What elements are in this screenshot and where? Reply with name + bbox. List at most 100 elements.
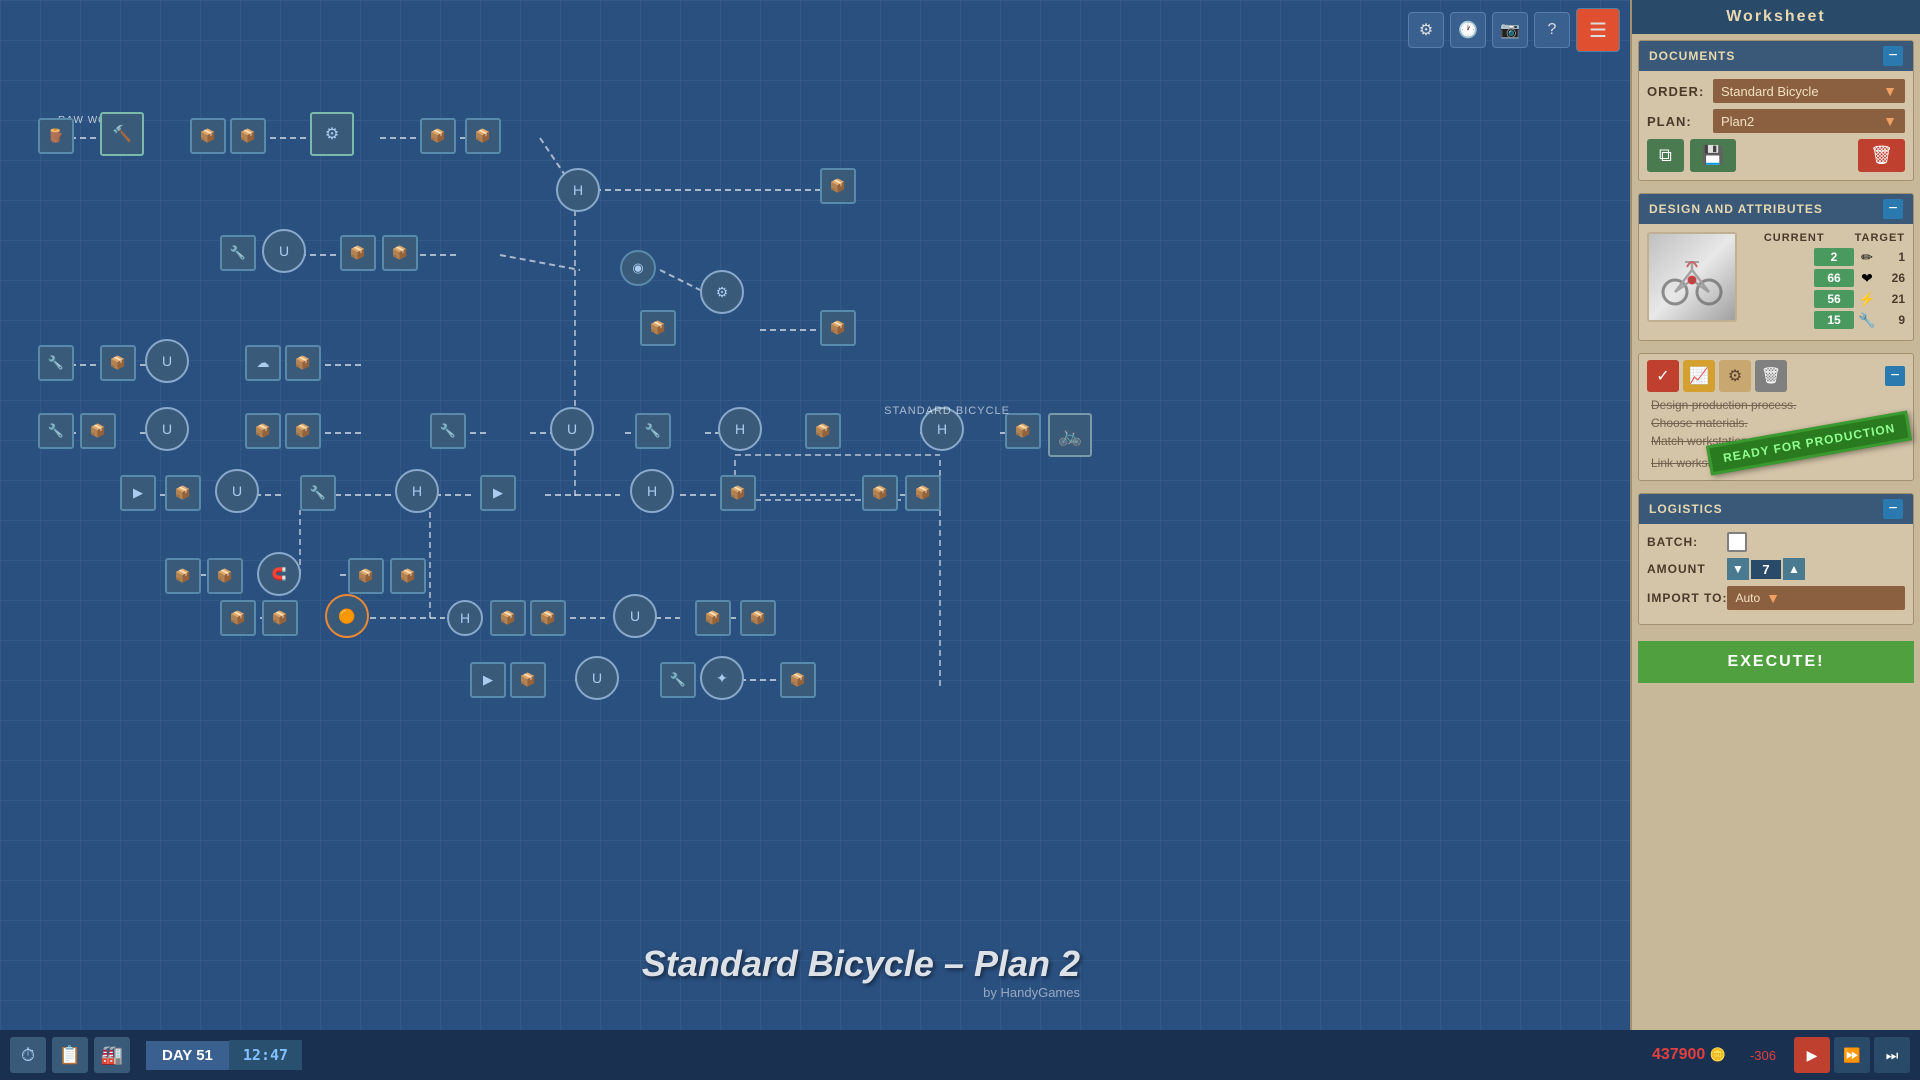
node-r7-4[interactable]: 📦 xyxy=(530,600,566,636)
help-icon[interactable]: ? xyxy=(1534,12,1570,48)
hub-1[interactable]: H xyxy=(556,168,600,212)
canvas-area[interactable]: RAW WOOD 🪵 🔨 📦 📦 ⚙ 📦 📦 H 📦 🔧 U 📦 📦 ◉ xyxy=(0,0,1140,1080)
node-r3-1[interactable]: 🔧 xyxy=(38,345,74,381)
import-dropdown-arrow: ▼ xyxy=(1766,590,1780,606)
camera-icon[interactable]: 📷 xyxy=(1492,12,1528,48)
tasks-collapse-btn[interactable]: − xyxy=(1885,366,1905,386)
hub-r4-1[interactable]: U xyxy=(145,407,189,451)
node-r3-5[interactable]: 📦 xyxy=(285,345,321,381)
save-doc-button[interactable]: 💾 xyxy=(1690,139,1736,172)
node-r4-1[interactable]: 🔧 xyxy=(38,413,74,449)
node-r8-4[interactable]: 📦 xyxy=(780,662,816,698)
node-r1-6[interactable]: 📦 xyxy=(420,118,456,154)
node-r4-4[interactable]: 📦 xyxy=(285,413,321,449)
hub-r7-3[interactable]: U xyxy=(613,594,657,638)
delete-doc-button[interactable]: 🗑 xyxy=(1858,139,1905,172)
hub-r8[interactable]: U xyxy=(575,656,619,700)
hub-r5[interactable]: U xyxy=(215,469,259,513)
hub-r8-2[interactable]: ✦ xyxy=(700,656,744,700)
node-r6-3[interactable]: 📦 xyxy=(348,558,384,594)
node-r5-6[interactable]: 📦 xyxy=(862,475,898,511)
copy-doc-button[interactable]: ⧉ xyxy=(1647,139,1684,172)
batch-checkbox[interactable] xyxy=(1727,532,1747,552)
node-r4-2[interactable]: 📦 xyxy=(80,413,116,449)
node-r4-5[interactable]: 🔧 xyxy=(430,413,466,449)
node-r1-3[interactable]: 📦 xyxy=(190,118,226,154)
node-r6-1[interactable]: 📦 xyxy=(165,558,201,594)
clock-icon[interactable]: 🕐 xyxy=(1450,12,1486,48)
node-r7-2[interactable]: 📦 xyxy=(262,600,298,636)
hub-r5-2[interactable]: H xyxy=(395,469,439,513)
node-r1-5[interactable]: ⚙ xyxy=(310,112,354,156)
node-r1-2[interactable]: 🔨 xyxy=(100,112,144,156)
node-sphere[interactable]: ◉ xyxy=(620,250,656,286)
final-product[interactable]: 🚲 xyxy=(1048,413,1092,457)
node-r2-1[interactable]: 🔧 xyxy=(220,235,256,271)
node-r5-3[interactable]: 🔧 xyxy=(300,475,336,511)
node-r5-2[interactable]: 📦 xyxy=(165,475,201,511)
node-r5-1[interactable]: ▶ xyxy=(120,475,156,511)
node-r8-2[interactable]: 📦 xyxy=(510,662,546,698)
node-r6-2[interactable]: 📦 xyxy=(207,558,243,594)
documents-collapse-btn[interactable]: − xyxy=(1883,46,1903,66)
node-r1-4[interactable]: 📦 xyxy=(230,118,266,154)
design-collapse-btn[interactable]: − xyxy=(1883,199,1903,219)
task-tab-checklist[interactable]: ✓ xyxy=(1647,360,1679,392)
node-r5-5[interactable]: 📦 xyxy=(720,475,756,511)
menu-button[interactable]: ☰ xyxy=(1576,8,1620,52)
fast-forward-button[interactable]: ⏩ xyxy=(1834,1037,1870,1073)
node-r2-4[interactable]: 📦 xyxy=(382,235,418,271)
order-select[interactable]: Standard Bicycle ▼ xyxy=(1713,79,1905,103)
node-r7-6[interactable]: 📦 xyxy=(740,600,776,636)
order-dropdown-arrow: ▼ xyxy=(1883,83,1897,99)
node-r4-8[interactable]: 📦 xyxy=(1005,413,1041,449)
tasks-tabs: ✓ 📈 ⚙ 🗑 − xyxy=(1639,354,1913,392)
documents-header: DOCUMENTS − xyxy=(1639,41,1913,71)
logistics-collapse-btn[interactable]: − xyxy=(1883,499,1903,519)
node-r5-7[interactable]: 📦 xyxy=(905,475,941,511)
task-tab-settings[interactable]: ⚙ xyxy=(1719,360,1751,392)
node-r8-3[interactable]: 🔧 xyxy=(660,662,696,698)
hub-r4-2[interactable]: U xyxy=(550,407,594,451)
skip-button[interactable]: ⏭ xyxy=(1874,1037,1910,1073)
hub-r7-2[interactable]: H xyxy=(447,600,483,636)
sidebar-icon-3[interactable]: 🏭 xyxy=(94,1037,130,1073)
node-r2-end[interactable]: 📦 xyxy=(820,310,856,346)
hub-r5-3[interactable]: H xyxy=(630,469,674,513)
hub-r7[interactable]: 🟠 xyxy=(325,594,369,638)
node-r2-hub[interactable]: U xyxy=(262,229,306,273)
plan-select[interactable]: Plan2 ▼ xyxy=(1713,109,1905,133)
hub-r3[interactable]: U xyxy=(145,339,189,383)
sidebar-icon-1[interactable]: ⏱ xyxy=(10,1037,46,1073)
execute-button[interactable]: EXECUTE! xyxy=(1638,641,1914,683)
settings-icon[interactable]: ⚙ xyxy=(1408,12,1444,48)
node-gear-hub[interactable]: ⚙ xyxy=(700,270,744,314)
node-r4-7[interactable]: 📦 xyxy=(805,413,841,449)
task-tab-delete[interactable]: 🗑 xyxy=(1755,360,1787,392)
node-r2-3[interactable]: 📦 xyxy=(340,235,376,271)
node-r1-7[interactable]: 📦 xyxy=(465,118,501,154)
documents-section: DOCUMENTS − ORDER: Standard Bicycle ▼ PL… xyxy=(1638,40,1914,181)
amount-decrease-btn[interactable]: ▼ xyxy=(1727,558,1749,580)
hub-r4-3[interactable]: H xyxy=(718,407,762,451)
import-select[interactable]: Auto ▼ xyxy=(1727,586,1905,610)
node-r1-1[interactable]: 🪵 xyxy=(38,118,74,154)
node-r7-5[interactable]: 📦 xyxy=(695,600,731,636)
node-r2-box[interactable]: 📦 xyxy=(640,310,676,346)
node-r7-1[interactable]: 📦 xyxy=(220,600,256,636)
node-r3-4[interactable]: ☁ xyxy=(245,345,281,381)
hub-r6[interactable]: 🧲 xyxy=(257,552,301,596)
node-end-r1[interactable]: 📦 xyxy=(820,168,856,204)
amount-increase-btn[interactable]: ▲ xyxy=(1783,558,1805,580)
node-r4-6[interactable]: 🔧 xyxy=(635,413,671,449)
task-tab-chart[interactable]: 📈 xyxy=(1683,360,1715,392)
node-r4-3[interactable]: 📦 xyxy=(245,413,281,449)
node-r6-4[interactable]: 📦 xyxy=(390,558,426,594)
sidebar-icon-2[interactable]: 📋 xyxy=(52,1037,88,1073)
play-button[interactable]: ▶ xyxy=(1794,1037,1830,1073)
node-r3-2[interactable]: 📦 xyxy=(100,345,136,381)
node-r7-3[interactable]: 📦 xyxy=(490,600,526,636)
node-r5-4[interactable]: ▶ xyxy=(480,475,516,511)
node-r8-1[interactable]: ▶ xyxy=(470,662,506,698)
worksheet-header: Worksheet xyxy=(1632,0,1920,34)
